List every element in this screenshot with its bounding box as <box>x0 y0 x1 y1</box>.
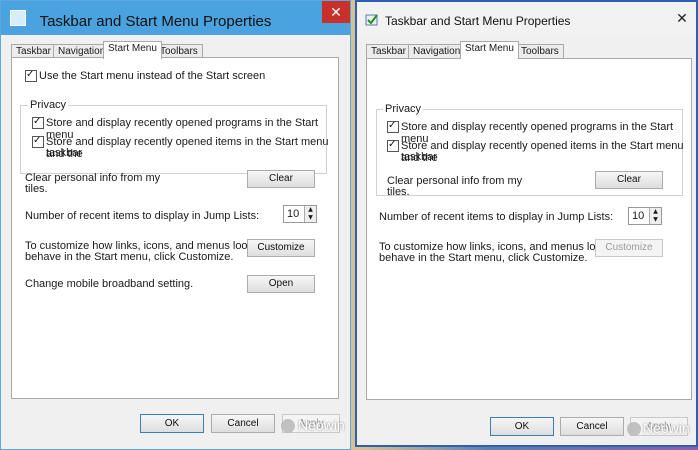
use-start-menu-checkbox[interactable] <box>25 68 37 82</box>
tab-start-menu[interactable]: Start Menu <box>103 41 162 59</box>
jump-lists-value: 10 <box>632 210 645 222</box>
right-titlebar: Taskbar and Start Menu Properties ✕ <box>357 2 696 36</box>
jump-lists-stepper[interactable]: 10 ▲ ▼ <box>283 205 317 223</box>
open-button[interactable]: Open <box>247 275 315 293</box>
left-window-title: Taskbar and Start Menu Properties <box>39 13 272 30</box>
neowin-logo-icon <box>281 419 295 433</box>
spin-up-icon[interactable]: ▲ <box>304 206 316 214</box>
neowin-watermark: Neowin <box>298 417 345 433</box>
privacy-label: Privacy <box>383 103 424 115</box>
tab-toolbars[interactable]: Toolbars <box>516 44 564 59</box>
taskbar-app-icon <box>365 14 378 26</box>
neowin-logo-icon <box>627 422 641 436</box>
left-properties-window: Taskbar and Start Menu Properties ✕ Task… <box>0 0 351 450</box>
close-icon[interactable]: ✕ <box>322 1 350 23</box>
tab-taskbar[interactable]: Taskbar <box>366 44 412 59</box>
cancel-button[interactable]: Cancel <box>211 414 275 433</box>
broadband-label: Change mobile broadband setting. <box>25 278 194 290</box>
ok-button[interactable]: OK <box>490 417 554 436</box>
clear-info-label-line2: tiles. <box>25 183 48 195</box>
jump-lists-value: 10 <box>287 208 300 220</box>
spin-up-icon[interactable]: ▲ <box>649 208 661 216</box>
privacy-label: Privacy <box>28 99 69 111</box>
neowin-watermark: Neowin <box>643 420 690 436</box>
clear-button[interactable]: Clear <box>595 171 663 189</box>
store-programs-checkbox[interactable] <box>387 119 399 133</box>
store-items-checkbox[interactable] <box>387 138 399 152</box>
customize-button[interactable]: Customize <box>595 239 663 257</box>
left-start-menu-panel: Use the Start menu instead of the Start … <box>11 57 339 399</box>
store-items-checkbox[interactable] <box>32 134 44 148</box>
store-items-label-line1: Store and display recently opened items … <box>401 140 684 164</box>
store-items-label-line2: taskbar <box>401 151 438 163</box>
use-start-menu-label: Use the Start menu instead of the Start … <box>39 70 266 82</box>
customize-button[interactable]: Customize <box>247 239 315 257</box>
jump-lists-stepper[interactable]: 10 ▲ ▼ <box>628 207 662 225</box>
store-programs-checkbox[interactable] <box>32 115 44 129</box>
clear-info-label-line2: tiles. <box>387 186 410 198</box>
right-window-title: Taskbar and Start Menu Properties <box>385 14 571 28</box>
jump-lists-label: Number of recent items to display in Jum… <box>25 210 260 222</box>
jump-lists-label: Number of recent items to display in Jum… <box>379 211 614 223</box>
customize-text-line2: behave in the Start menu, click Customiz… <box>379 252 588 264</box>
spin-down-icon[interactable]: ▼ <box>649 216 661 224</box>
ok-button[interactable]: OK <box>140 414 204 433</box>
cancel-button[interactable]: Cancel <box>560 417 624 436</box>
store-items-label-line2: taskbar <box>46 147 83 159</box>
tab-start-menu[interactable]: Start Menu <box>460 41 519 59</box>
right-properties-window: Taskbar and Start Menu Properties ✕ Task… <box>355 0 698 447</box>
tab-navigation[interactable]: Navigation <box>408 44 466 59</box>
customize-text-line2: behave in the Start menu, click Customiz… <box>25 251 234 263</box>
spin-down-icon[interactable]: ▼ <box>304 214 316 222</box>
right-start-menu-panel: Privacy Store and display recently opene… <box>366 58 692 400</box>
store-items-label-line1: Store and display recently opened items … <box>46 136 329 160</box>
left-titlebar: Taskbar and Start Menu Properties ✕ <box>1 1 350 35</box>
close-icon[interactable]: ✕ <box>674 10 690 26</box>
clear-button[interactable]: Clear <box>247 170 315 188</box>
